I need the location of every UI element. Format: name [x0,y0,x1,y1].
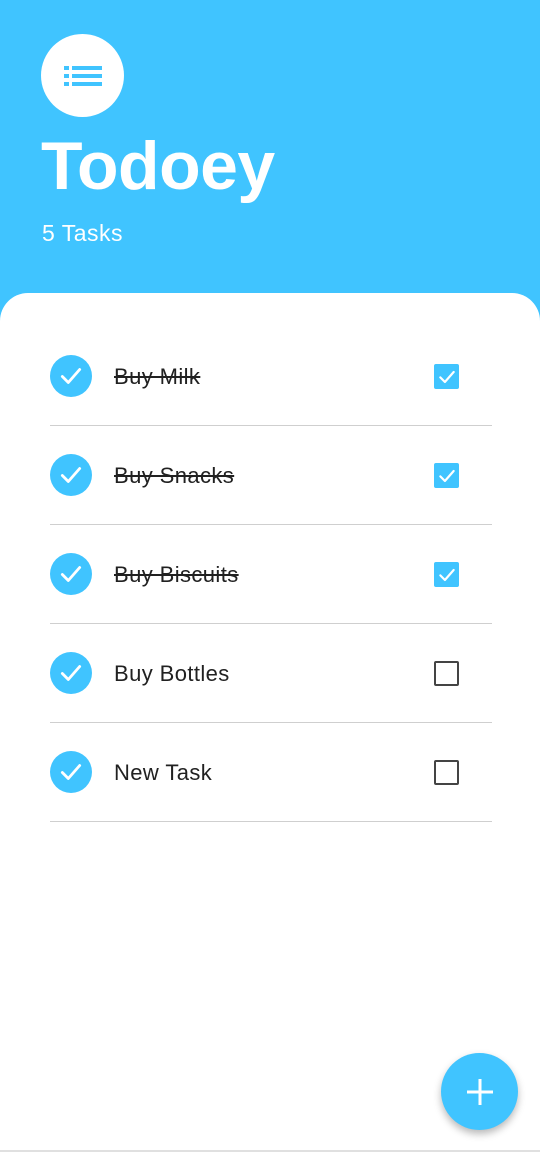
task-checkbox-checked[interactable] [434,562,459,587]
task-row[interactable]: Buy Biscuits [50,525,492,624]
check-circle-icon [50,751,92,793]
app-title: Todoey [41,128,275,204]
task-count: 5 Tasks [42,220,124,246]
list-icon [63,65,102,86]
task-row[interactable]: Buy Bottles [50,624,492,723]
app-header: Todoey 5 Tasks [0,0,540,300]
task-row[interactable]: Buy Milk [50,327,492,426]
task-title: New Task [114,760,213,785]
task-row[interactable]: New Task [50,723,492,822]
task-checkbox-unchecked[interactable] [434,760,459,785]
check-circle-icon [50,454,92,496]
task-list: Buy Milk Buy Snacks Buy Biscuits Buy Bottle… [50,327,492,822]
task-checkbox-unchecked[interactable] [434,661,459,686]
task-sheet: Buy Milk Buy Snacks Buy Biscuits Buy Bottle… [0,293,540,1152]
task-checkbox-checked[interactable] [434,364,459,389]
task-title: Buy Snacks [114,463,235,488]
task-row[interactable]: Buy Snacks [50,426,492,525]
check-circle-icon [50,553,92,595]
plus-icon [466,1078,493,1105]
task-title: Buy Biscuits [114,562,239,587]
add-task-button[interactable] [441,1053,518,1130]
check-circle-icon [50,652,92,694]
task-title: Buy Milk [114,364,201,389]
task-checkbox-checked[interactable] [434,463,459,488]
task-title: Buy Bottles [114,661,230,686]
check-circle-icon [50,355,92,397]
logo-badge [41,34,124,117]
